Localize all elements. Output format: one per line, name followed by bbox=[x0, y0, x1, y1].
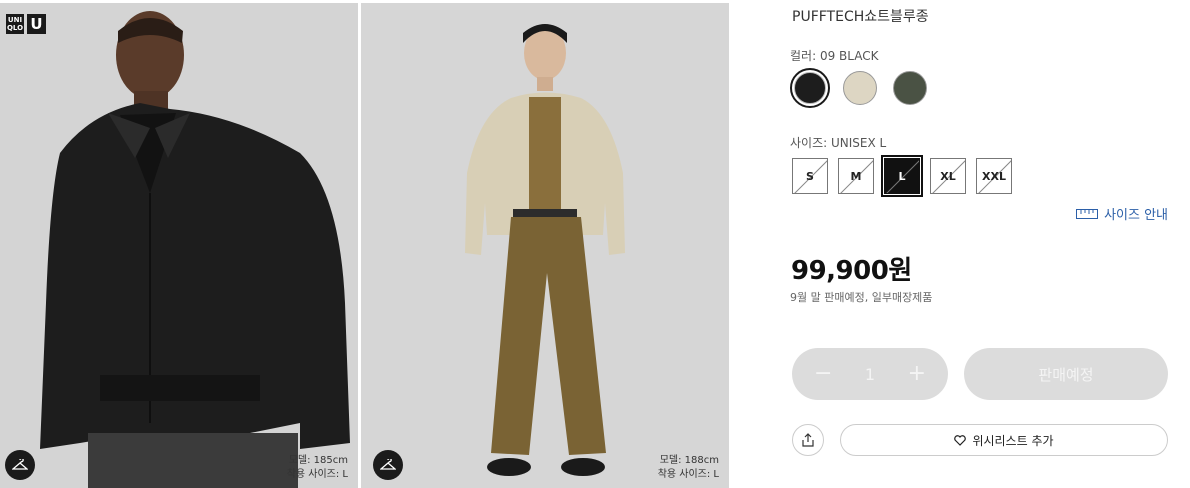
hanger-icon bbox=[12, 459, 28, 470]
quantity-value: 1 bbox=[864, 364, 876, 384]
color-swatches bbox=[790, 68, 930, 108]
heart-icon bbox=[954, 434, 967, 446]
size-option-label: M bbox=[850, 169, 862, 183]
share-icon bbox=[802, 433, 814, 447]
model-info: 모델: 185cm 착용 사이즈: L bbox=[287, 454, 348, 482]
size-option-label: XL bbox=[940, 169, 956, 183]
size-option-label: S bbox=[806, 169, 814, 183]
size-option-xl[interactable]: XL bbox=[930, 158, 966, 194]
presale-button[interactable]: 판매예정 bbox=[964, 348, 1168, 400]
try-on-hanger-button[interactable] bbox=[5, 450, 35, 480]
product-photo-2[interactable]: 모델: 188cm 착용 사이즈: L bbox=[361, 3, 729, 488]
model-height: 모델: 185cm bbox=[288, 455, 348, 466]
u-logo: U bbox=[27, 14, 46, 34]
size-guide-label: 사이즈 안내 bbox=[1104, 208, 1168, 223]
size-option-label: XXL bbox=[982, 169, 1006, 183]
color-swatch-olive[interactable] bbox=[890, 68, 930, 108]
product-price: 99,900원 bbox=[791, 256, 912, 286]
size-options: S M L XL XXL bbox=[792, 155, 1012, 197]
hanger-icon bbox=[380, 459, 396, 470]
color-label: 컬러: 09 BLACK bbox=[790, 49, 879, 63]
quantity-decrease-button[interactable]: − bbox=[814, 363, 832, 385]
quantity-stepper: − 1 + bbox=[792, 348, 948, 400]
model-size-worn: 착용 사이즈: L bbox=[286, 469, 348, 480]
size-option-m[interactable]: M bbox=[838, 158, 874, 194]
model-photo-beige-jacket bbox=[361, 3, 729, 488]
size-label: 사이즈: UNISEX L bbox=[790, 136, 887, 150]
color-swatch-fill bbox=[893, 71, 927, 105]
model-info: 모델: 188cm 착용 사이즈: L bbox=[658, 454, 719, 482]
wishlist-button[interactable]: 위시리스트 추가 bbox=[840, 424, 1168, 456]
size-guide-link[interactable]: 사이즈 안내 bbox=[1076, 204, 1168, 223]
model-height: 모델: 188cm bbox=[659, 455, 719, 466]
product-title: PUFFTECH쇼트블루종 bbox=[792, 9, 929, 25]
model-size-worn: 착용 사이즈: L bbox=[657, 469, 719, 480]
color-swatch-beige[interactable] bbox=[840, 68, 880, 108]
size-option-l[interactable]: L bbox=[881, 155, 923, 197]
quantity-increase-button[interactable]: + bbox=[908, 363, 926, 385]
color-swatch-fill bbox=[794, 72, 826, 104]
share-button[interactable] bbox=[792, 424, 824, 456]
try-on-hanger-button[interactable] bbox=[373, 450, 403, 480]
color-swatch-black[interactable] bbox=[790, 68, 830, 108]
ruler-icon bbox=[1076, 208, 1099, 219]
uniqlo-logo: UNI QLO bbox=[6, 14, 24, 34]
uniqlo-u-logo: UNI QLO U bbox=[6, 14, 46, 34]
color-swatch-fill bbox=[843, 71, 877, 105]
size-option-xxl[interactable]: XXL bbox=[976, 158, 1012, 194]
sale-note: 9월 말 판매예정, 일부매장제품 bbox=[790, 291, 933, 304]
product-photo-1[interactable]: UNI QLO U 모델: 185cm 착용 사이즈: L bbox=[0, 3, 358, 488]
size-option-label: L bbox=[898, 169, 906, 183]
wishlist-label: 위시리스트 추가 bbox=[972, 433, 1054, 448]
size-option-s[interactable]: S bbox=[792, 158, 828, 194]
model-photo-black-jacket bbox=[0, 3, 358, 488]
